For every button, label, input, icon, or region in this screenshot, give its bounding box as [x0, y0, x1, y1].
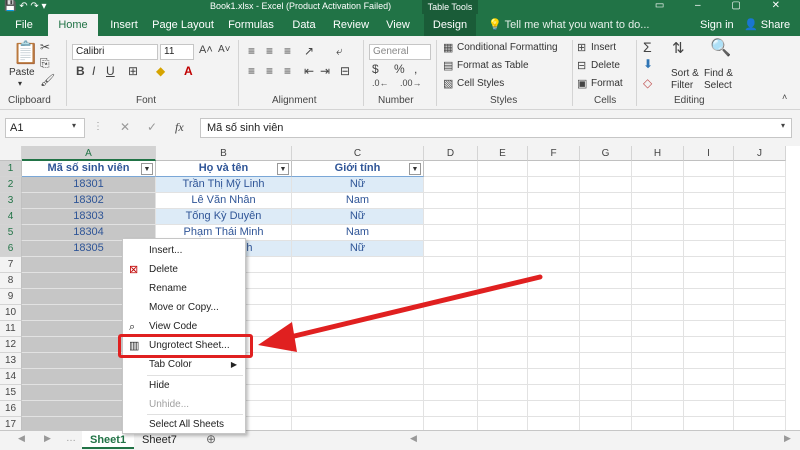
annotation-arrow	[258, 274, 543, 352]
